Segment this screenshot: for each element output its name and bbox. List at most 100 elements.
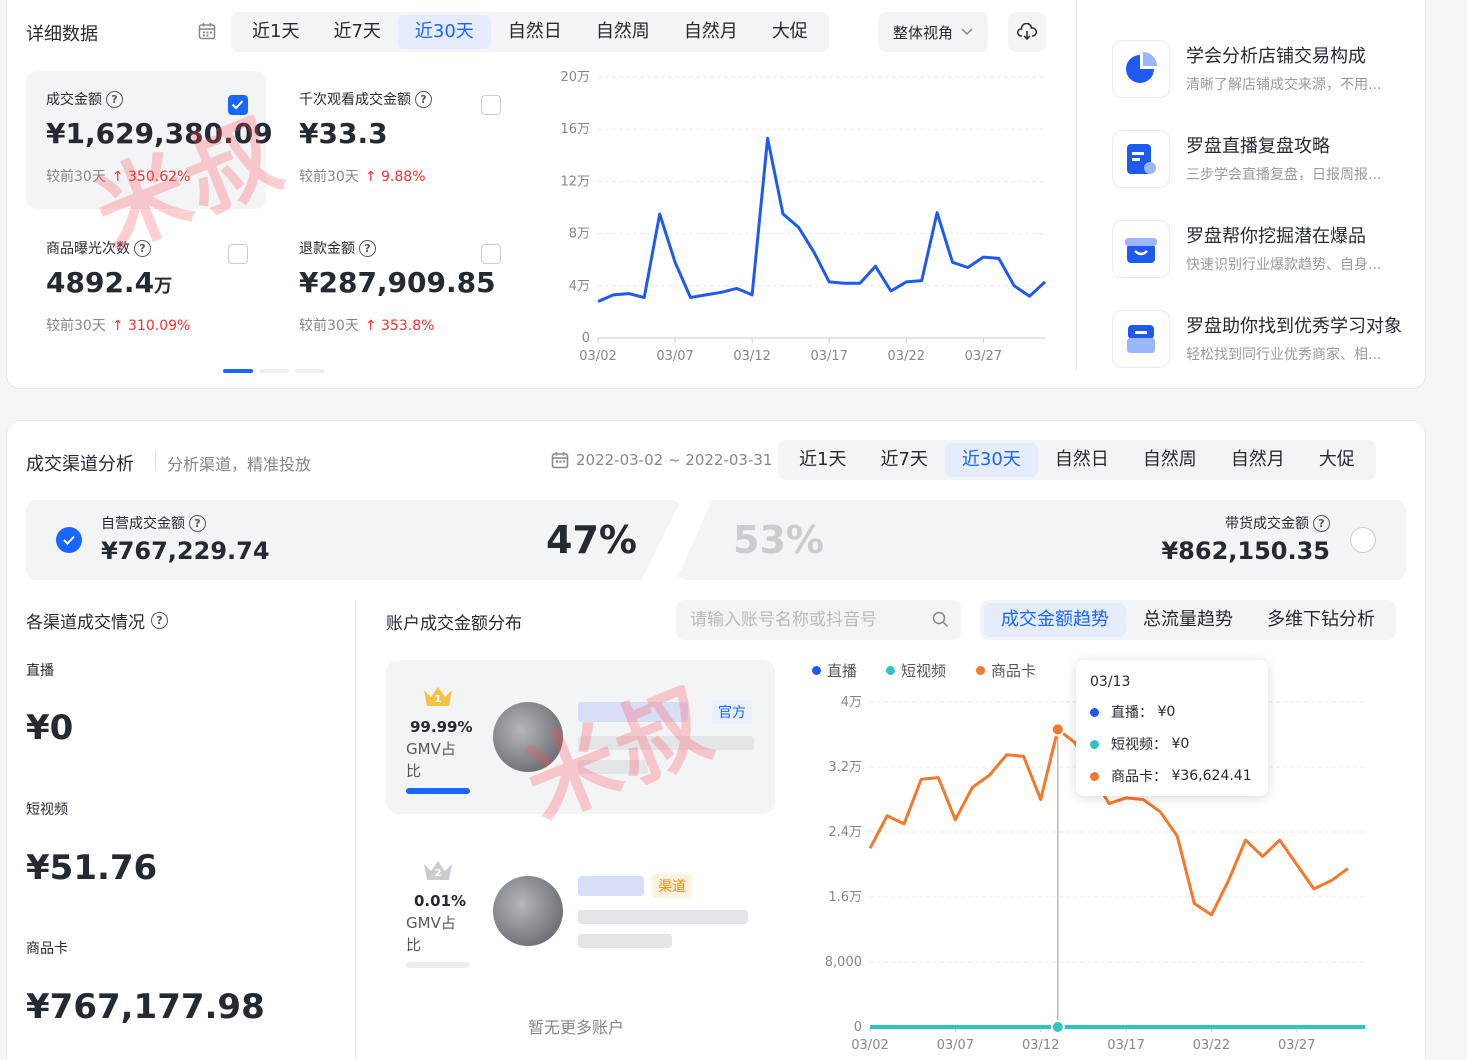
- detail-period-tabs: 近1天 近7天 近30天 自然日 自然周 自然月 大促: [231, 12, 829, 52]
- detail-period-tab[interactable]: 近1天: [235, 15, 316, 49]
- check-icon: [63, 535, 75, 545]
- metric-card-exposure[interactable]: 商品曝光次数? 4892.4万 较前30天 ↑ 310.09%: [26, 220, 266, 358]
- tooltip-series-value: ¥0: [1171, 736, 1190, 752]
- gmv-trend-chart[interactable]: 0 4万 8万 12万 16万 20万 03/02 03/07 03/12 03/17 03/22 0…: [540, 60, 1060, 370]
- metric-value: ¥287,909.85: [299, 266, 496, 299]
- help-icon[interactable]: ?: [415, 90, 432, 108]
- cloud-download-icon: [1017, 23, 1037, 41]
- carousel-dot[interactable]: [295, 369, 325, 373]
- channel-period-tab[interactable]: 自然月: [1214, 443, 1302, 477]
- side-item-live-review[interactable]: 罗盘直播复盘攻略 三步学会直播复盘，日报周报...: [1112, 130, 1412, 194]
- tooltip-series-name: 商品卡: [1111, 769, 1153, 785]
- channel-period-tab[interactable]: 自然日: [1038, 443, 1126, 477]
- side-item-title: 罗盘帮你挖掘潜在爆品: [1186, 226, 1366, 247]
- channel-period-tab[interactable]: 大促: [1302, 443, 1372, 477]
- y-tick-label: 3.2万: [828, 760, 862, 775]
- view-select[interactable]: 整体视角: [878, 12, 988, 52]
- gmv-series-line: [597, 136, 1047, 303]
- date-range[interactable]: 2022-03-02 ~ 2022-03-31: [576, 451, 772, 469]
- affiliate-radio[interactable]: [1350, 527, 1376, 553]
- side-item-title: 学会分析店铺交易构成: [1186, 46, 1366, 67]
- account-search-input[interactable]: [690, 608, 920, 632]
- x-tick-label: 03/22: [1193, 1038, 1230, 1053]
- account-id-blurred: [578, 736, 754, 750]
- legend-short-video[interactable]: 短视频: [886, 660, 946, 681]
- carousel-dot[interactable]: [259, 369, 289, 373]
- legend-dot: [976, 666, 985, 675]
- help-icon[interactable]: ?: [1313, 514, 1330, 532]
- account-extra-blurred: [578, 760, 648, 774]
- calendar-icon[interactable]: [196, 20, 218, 42]
- metric-checkbox-exposure[interactable]: [228, 244, 248, 264]
- side-item-desc: 轻松找到同行业优秀商家、相...: [1186, 347, 1382, 363]
- help-icon[interactable]: ?: [134, 239, 151, 257]
- detail-period-tab[interactable]: 大促: [755, 15, 825, 49]
- detail-period-tab[interactable]: 自然日: [491, 15, 579, 49]
- self-radio-checked[interactable]: [56, 527, 82, 553]
- account-avatar: [493, 702, 563, 772]
- tooltip-series-name: 短视频: [1111, 737, 1153, 753]
- title-divider: [155, 452, 156, 470]
- metric-change: 9.88%: [381, 169, 426, 185]
- help-icon[interactable]: ?: [151, 612, 168, 629]
- detail-period-tab[interactable]: 自然周: [579, 15, 667, 49]
- side-item-trade-structure[interactable]: 学会分析店铺交易构成 清晰了解店铺成交来源，不用...: [1112, 40, 1412, 104]
- metric-value: 4892.4: [46, 266, 155, 299]
- search-icon[interactable]: [932, 611, 949, 632]
- account-view-tab[interactable]: 成交金额趋势: [984, 603, 1126, 637]
- carousel-dot[interactable]: [223, 369, 253, 373]
- x-tick-label: 03/02: [851, 1038, 888, 1053]
- rank-number: 1: [435, 694, 442, 705]
- account-card-2[interactable]: 2 0.01% GMV占比 渠道: [386, 834, 775, 988]
- account-view-tab[interactable]: 多维下钻分析: [1250, 603, 1392, 637]
- breakdown-title: 各渠道成交情况: [26, 613, 145, 633]
- metric-checkbox-gpm[interactable]: [481, 95, 501, 115]
- channel-period-tabs: 近1天 近7天 近30天 自然日 自然周 自然月 大促: [778, 440, 1376, 480]
- metric-value: ¥1,629,380.09: [46, 117, 273, 150]
- help-icon[interactable]: ?: [189, 514, 206, 532]
- metric-label: 千次观看成交金额: [299, 92, 411, 108]
- channel-period-tab[interactable]: 近1天: [782, 443, 863, 477]
- x-tick-label: 03/27: [1278, 1038, 1315, 1053]
- carousel-dots[interactable]: [223, 369, 325, 373]
- legend-dot: [812, 666, 821, 675]
- x-tick-label: 03/02: [579, 349, 616, 364]
- channel-period-tab[interactable]: 近30天: [944, 443, 1038, 477]
- help-icon[interactable]: ?: [106, 90, 123, 108]
- metric-card-refund[interactable]: 退款金额? ¥287,909.85 较前30天 ↑ 353.8%: [279, 220, 519, 358]
- gift-box-icon: [1112, 220, 1170, 278]
- help-icon[interactable]: ?: [359, 239, 376, 257]
- account-share-fill: [406, 788, 470, 794]
- legend-live[interactable]: 直播: [812, 660, 857, 681]
- channel-period-tab[interactable]: 自然周: [1126, 443, 1214, 477]
- legend-label: 短视频: [901, 662, 947, 680]
- detail-period-tab[interactable]: 自然月: [667, 15, 755, 49]
- side-item-benchmark[interactable]: 罗盘助你找到优秀学习对象 轻松找到同行业优秀商家、相...: [1112, 310, 1412, 374]
- metric-label: 成交金额: [46, 92, 102, 108]
- legend-product-card[interactable]: 商品卡: [976, 660, 1036, 681]
- affiliate-gmv-percent: 53%: [733, 518, 824, 562]
- side-item-hot-products[interactable]: 罗盘帮你挖掘潜在爆品 快速识别行业爆款趋势、自身...: [1112, 220, 1412, 284]
- metric-card-gmv[interactable]: 成交金额? ¥1,629,380.09 较前30天 ↑ 350.62%: [26, 71, 273, 209]
- metric-change: 353.8%: [381, 318, 435, 334]
- metric-change: 350.62%: [128, 169, 191, 185]
- account-card-1[interactable]: 1 99.99% GMV占比 官方: [386, 660, 775, 814]
- metric-card-gpm[interactable]: 千次观看成交金额? ¥33.3 较前30天 ↑ 9.88%: [279, 71, 519, 209]
- legend-dot: [886, 666, 895, 675]
- y-tick-label: 8万: [569, 227, 590, 242]
- calendar-icon[interactable]: [550, 450, 570, 470]
- metric-compare-label: 较前30天: [46, 318, 106, 334]
- channel-period-tab[interactable]: 近7天: [863, 443, 944, 477]
- account-view-tab[interactable]: 总流量趋势: [1126, 603, 1250, 637]
- arrow-up-icon: ↑: [364, 169, 377, 185]
- download-button[interactable]: [1008, 12, 1046, 52]
- metric-checkbox-refund[interactable]: [481, 244, 501, 264]
- side-divider: [1076, 0, 1077, 370]
- chevron-down-icon: [961, 28, 973, 36]
- metric-unit: 万: [154, 276, 173, 297]
- y-tick-label: 8,000: [825, 955, 862, 970]
- detail-period-tab[interactable]: 近30天: [397, 15, 491, 49]
- metric-checkbox-gmv[interactable]: [228, 95, 248, 115]
- channel-label-live: 直播: [26, 663, 54, 679]
- detail-period-tab[interactable]: 近7天: [316, 15, 397, 49]
